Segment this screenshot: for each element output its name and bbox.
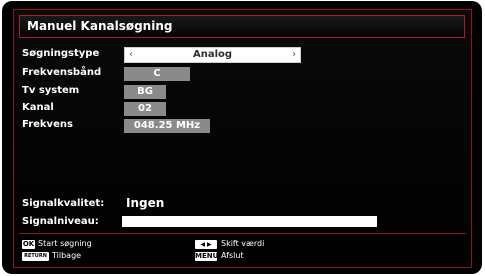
search-type-label: Søgningstype [22, 48, 100, 59]
chevron-right-icon[interactable]: › [289, 48, 299, 62]
tv-system-label: Tv system [22, 85, 80, 96]
frequency-label: Frekvens [22, 119, 73, 130]
ok-key-icon: OK [22, 240, 35, 249]
search-type-select[interactable]: ‹ Analog › [124, 47, 301, 63]
arrows-hint: Skift værdi [221, 239, 265, 248]
signal-quality-label: Signalkvalitet: [22, 198, 105, 209]
signal-level-label: Signalniveau: [22, 216, 99, 227]
band-value[interactable]: C [124, 67, 190, 81]
return-key-icon: RETURN [22, 252, 49, 261]
signal-quality-value: Ingen [126, 196, 165, 210]
return-hint: Tilbage [52, 251, 82, 260]
channel-label: Kanal [22, 102, 54, 113]
search-type-value: Analog [192, 49, 233, 60]
band-label: Frekvensbånd [22, 67, 102, 78]
menu-hint: Afslut [221, 251, 244, 260]
frequency-value[interactable]: 048.25 MHz [124, 119, 210, 133]
chevron-left-icon[interactable]: ‹ [126, 48, 136, 62]
left-right-arrows-icon: ◀ ▶ [195, 240, 217, 249]
ok-hint: Start søgning [38, 239, 92, 248]
page-title: Manuel Kanalsøgning [27, 19, 173, 33]
title-bar: Manuel Kanalsøgning [19, 15, 465, 38]
signal-level-bar [122, 216, 377, 227]
manual-scan-dialog: Manuel Kanalsøgning Søgningstype ‹ Analo… [13, 9, 472, 268]
channel-value[interactable]: 02 [124, 102, 166, 116]
tv-screen: Manuel Kanalsøgning Søgningstype ‹ Analo… [2, 1, 482, 274]
tv-system-value[interactable]: BG [124, 85, 166, 99]
menu-key-icon: MENU [195, 252, 219, 261]
footer-divider [19, 233, 466, 234]
